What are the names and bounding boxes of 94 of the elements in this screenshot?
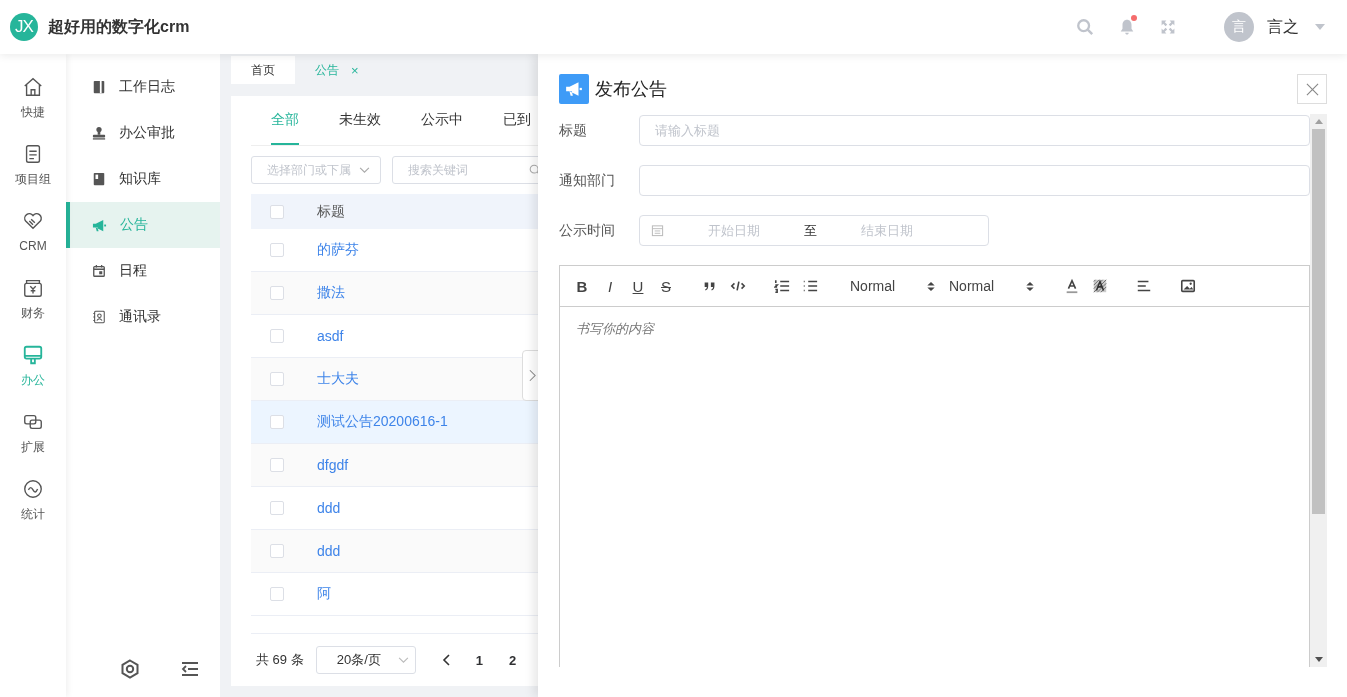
chevron-down-icon bbox=[397, 656, 409, 664]
app-title: 超好用的数字化crm bbox=[48, 16, 190, 37]
checkbox[interactable] bbox=[270, 286, 284, 300]
checkbox[interactable] bbox=[270, 204, 284, 219]
handshake-heart-icon bbox=[22, 210, 44, 232]
format-button[interactable]: U bbox=[630, 277, 646, 295]
checkbox[interactable] bbox=[270, 243, 284, 257]
status-tab[interactable]: 未生效 bbox=[339, 96, 381, 145]
submenu-item[interactable]: 通讯录 bbox=[66, 294, 220, 340]
editor-text-area[interactable]: 书写你的内容 bbox=[560, 307, 1309, 667]
rail-item[interactable]: CRM bbox=[0, 210, 66, 254]
drawer-title: 发布公告 bbox=[595, 78, 667, 101]
close-icon bbox=[1305, 82, 1319, 96]
page-size-select[interactable]: 20条/页 bbox=[315, 646, 416, 674]
format-button[interactable]: I bbox=[602, 277, 618, 295]
submenu-item[interactable]: 办公审批 bbox=[66, 110, 220, 156]
contact-card-icon bbox=[92, 310, 106, 324]
code-icon[interactable] bbox=[730, 278, 746, 294]
scroll-up-icon[interactable] bbox=[1314, 119, 1323, 124]
title-link[interactable]: 测试公告20200616-1 bbox=[317, 413, 448, 431]
stamp-icon bbox=[92, 126, 106, 140]
search-icon[interactable] bbox=[1076, 18, 1094, 36]
up-down-arrows-icon bbox=[927, 280, 935, 292]
checkbox[interactable] bbox=[270, 372, 284, 386]
fullscreen-icon[interactable] bbox=[1160, 19, 1176, 35]
notebook-icon bbox=[92, 80, 106, 94]
status-tab[interactable]: 已到 bbox=[503, 96, 531, 145]
page-number[interactable]: 2 bbox=[508, 652, 517, 668]
status-tab[interactable]: 公示中 bbox=[421, 96, 463, 145]
user-name[interactable]: 言之 bbox=[1267, 16, 1299, 38]
search-icon bbox=[529, 164, 541, 176]
calendar-icon bbox=[92, 264, 106, 278]
book-icon bbox=[92, 172, 106, 186]
highlight-pattern-icon[interactable] bbox=[1092, 278, 1108, 294]
title-input[interactable]: 请输入标题 bbox=[639, 115, 1310, 146]
rail-item[interactable]: 统计 bbox=[0, 478, 66, 522]
close-button[interactable] bbox=[1297, 74, 1327, 104]
numbered-list-icon[interactable] bbox=[774, 278, 790, 294]
rail-item[interactable]: 财务 bbox=[0, 277, 66, 321]
title-link[interactable]: dfgdf bbox=[317, 457, 349, 473]
chevron-down-icon bbox=[359, 166, 370, 174]
title-link[interactable]: ddd bbox=[317, 543, 341, 559]
logo: JX bbox=[10, 13, 38, 41]
submenu-item[interactable]: 知识库 bbox=[66, 156, 220, 202]
page-number[interactable]: 1 bbox=[475, 652, 483, 668]
hexagon-nut-icon[interactable] bbox=[120, 659, 140, 679]
format-button[interactable]: S bbox=[658, 277, 674, 295]
rail-item[interactable]: 扩展 bbox=[0, 411, 66, 455]
text-color-icon[interactable] bbox=[1064, 278, 1080, 294]
megaphone-icon bbox=[92, 217, 107, 233]
monitor-icon bbox=[22, 344, 44, 366]
wallet-icon bbox=[22, 277, 44, 299]
previous-page-icon[interactable] bbox=[441, 654, 450, 666]
caret-icon[interactable] bbox=[1315, 24, 1325, 30]
title-link[interactable]: 士大夫 bbox=[317, 370, 359, 388]
submenu-item[interactable]: 工作日志 bbox=[66, 64, 220, 110]
calendar-icon bbox=[651, 224, 664, 237]
up-down-arrows-icon bbox=[1026, 280, 1034, 292]
home-icon bbox=[22, 76, 44, 98]
field-label: 标题 bbox=[559, 121, 588, 140]
title-link[interactable]: 的萨芬 bbox=[317, 241, 359, 259]
page-tab[interactable]: 首页 bbox=[231, 56, 295, 84]
rail-item[interactable]: 项目组 bbox=[0, 143, 66, 187]
chevron-right-icon bbox=[528, 369, 536, 382]
notification-bell-icon[interactable] bbox=[1118, 18, 1136, 36]
field-label: 通知部门 bbox=[559, 171, 616, 190]
checkbox[interactable] bbox=[270, 544, 284, 558]
trend-circle-icon bbox=[22, 478, 44, 500]
field-label: 公示时间 bbox=[559, 221, 616, 240]
checkbox[interactable] bbox=[270, 587, 284, 601]
title-link[interactable]: 阿 bbox=[317, 585, 331, 603]
title-link[interactable]: asdf bbox=[317, 328, 344, 344]
megaphone-icon bbox=[559, 74, 589, 104]
checkbox[interactable] bbox=[270, 415, 284, 429]
checkbox[interactable] bbox=[270, 458, 284, 472]
checkbox[interactable] bbox=[270, 501, 284, 515]
format-picker[interactable]: Normal bbox=[850, 278, 937, 294]
align-left-icon[interactable] bbox=[1136, 278, 1152, 294]
date-range-field[interactable]: 开始日期 至 结束日期 bbox=[639, 215, 989, 246]
collapse-menu-icon[interactable] bbox=[180, 659, 200, 679]
title-link[interactable]: 撒法 bbox=[317, 284, 345, 302]
scroll-down-icon[interactable] bbox=[1314, 657, 1323, 662]
title-link[interactable]: ddd bbox=[317, 500, 341, 516]
bullet-list-icon[interactable] bbox=[802, 278, 818, 294]
submenu-item[interactable]: 日程 bbox=[66, 248, 220, 294]
column-header: 标题 bbox=[317, 202, 345, 221]
format-picker[interactable]: Normal bbox=[949, 278, 1036, 294]
checkbox[interactable] bbox=[270, 329, 284, 343]
department-select[interactable] bbox=[639, 165, 1310, 196]
scrollbar[interactable] bbox=[1310, 114, 1327, 667]
rail-item[interactable]: 快捷 bbox=[0, 76, 66, 120]
image-icon[interactable] bbox=[1180, 278, 1196, 294]
format-button[interactable]: B bbox=[574, 277, 590, 295]
total-count: 共 69 条 bbox=[256, 651, 304, 669]
